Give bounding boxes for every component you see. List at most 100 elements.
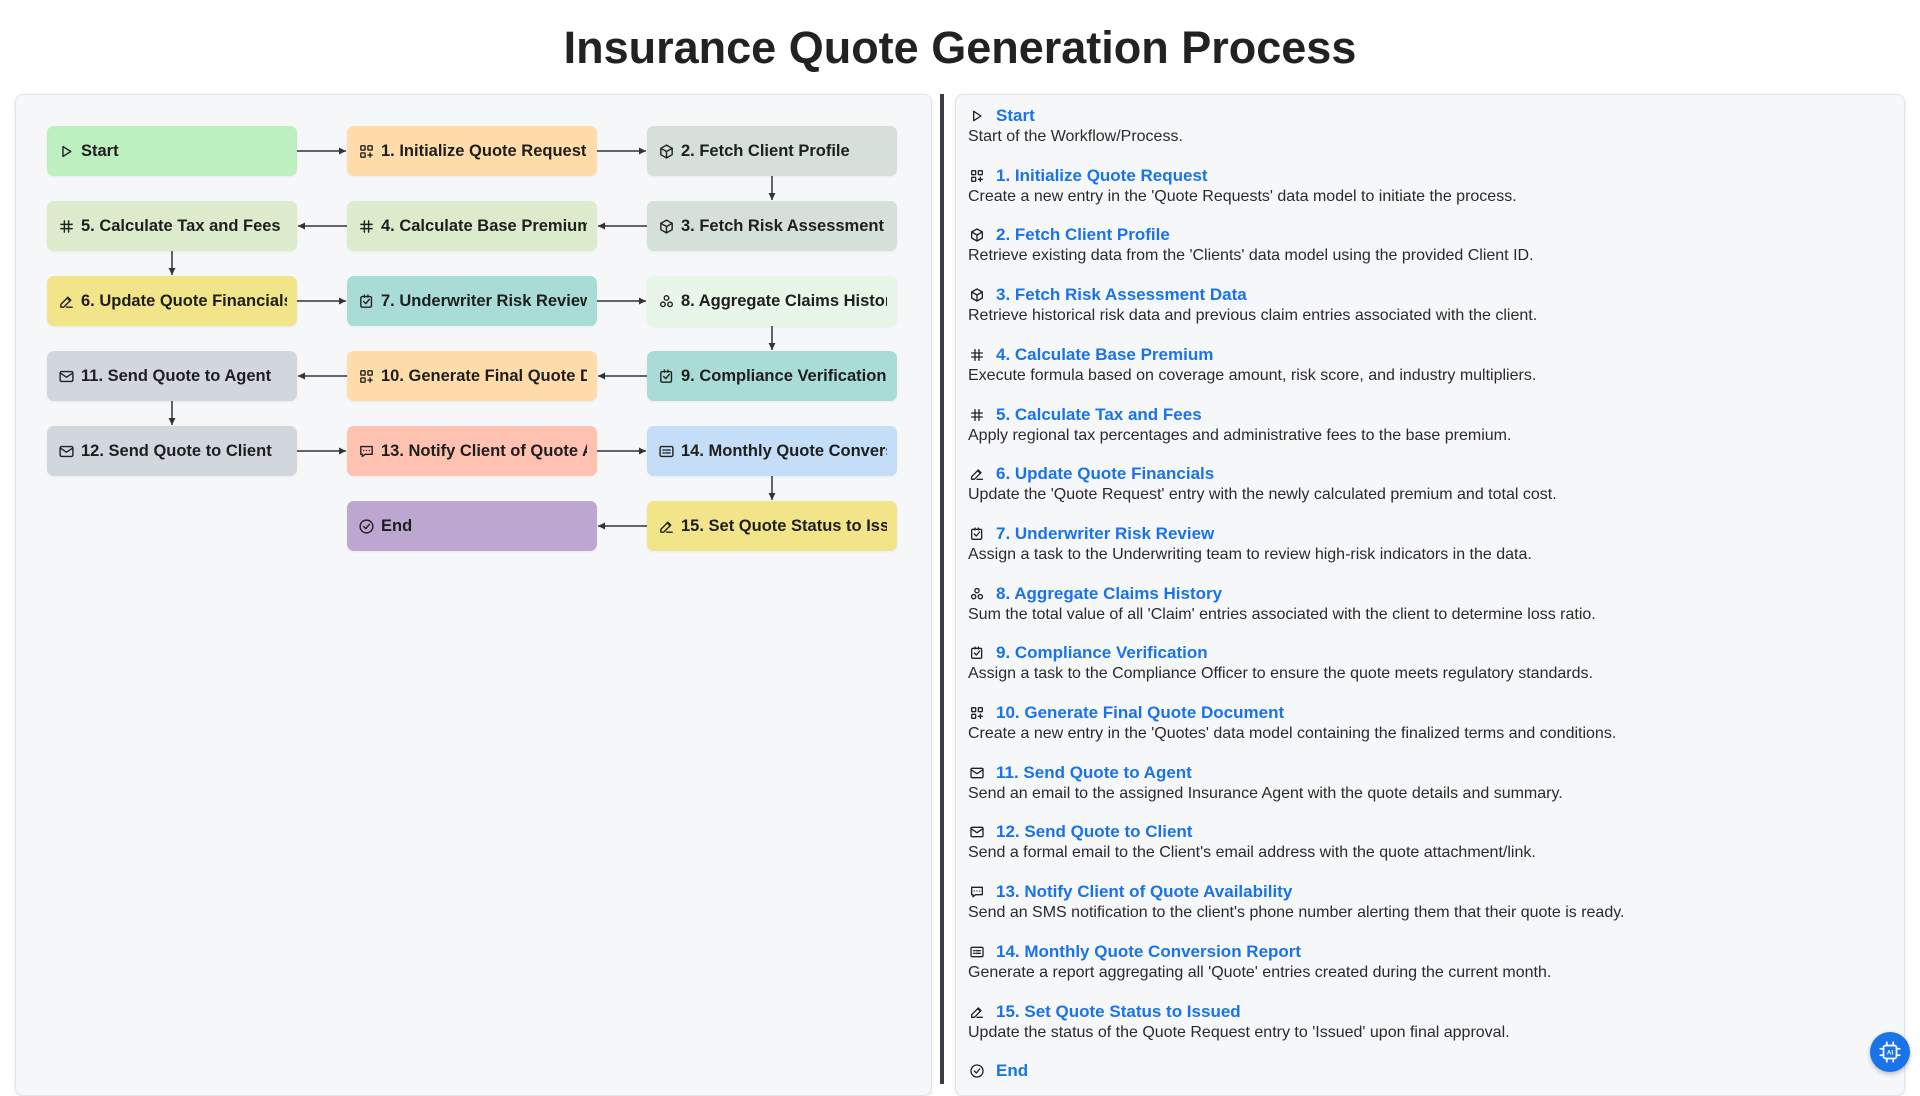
step-title-link[interactable]: 5. Calculate Tax and Fees	[996, 405, 1202, 425]
node-start[interactable]: Start	[47, 126, 297, 176]
step-title-link[interactable]: 13. Notify Client of Quote Availability	[996, 882, 1292, 902]
step-item: 1. Initialize Quote Request Create a new …	[968, 165, 1888, 206]
step-description: Sum the total value of all 'Claim' entri…	[968, 605, 1596, 623]
edit-icon	[968, 465, 986, 483]
node-s8[interactable]: 8. Aggregate Claims History	[647, 276, 897, 326]
node-label: 11. Send Quote to Agent	[81, 366, 272, 385]
checkbox-icon	[657, 367, 675, 385]
hash-icon	[357, 217, 375, 235]
node-s7[interactable]: 7. Underwriter Risk Review	[347, 276, 597, 326]
node-s10[interactable]: 10. Generate Final Quote Document	[347, 351, 597, 401]
grid-plus-icon	[357, 142, 375, 160]
node-label: 8. Aggregate Claims History	[681, 291, 887, 310]
node-label: 5. Calculate Tax and Fees	[81, 216, 281, 235]
node-s3[interactable]: 3. Fetch Risk Assessment Data	[647, 201, 897, 251]
node-label: 6. Update Quote Financials	[81, 291, 287, 310]
step-description: Send an email to the assigned Insurance …	[968, 784, 1563, 802]
step-item: 15. Set Quote Status to Issued Update the…	[968, 1001, 1888, 1042]
step-item: 10. Generate Final Quote Document Create …	[968, 702, 1888, 743]
node-end[interactable]: End	[347, 501, 597, 551]
step-description: Update the status of the Quote Request e…	[968, 1023, 1510, 1041]
step-title-link[interactable]: 2. Fetch Client Profile	[996, 225, 1170, 245]
ai-chip-icon: AI	[1877, 1039, 1903, 1065]
ai-assistant-button[interactable]: AI	[1870, 1032, 1910, 1072]
mail-icon	[57, 442, 75, 460]
step-item: 4. Calculate Base Premium Execute formula…	[968, 344, 1888, 385]
cube-icon	[968, 226, 986, 244]
step-title-link[interactable]: 12. Send Quote to Client	[996, 822, 1192, 842]
node-s11[interactable]: 11. Send Quote to Agent	[47, 351, 297, 401]
hash-icon	[968, 406, 986, 424]
step-title-link[interactable]: 4. Calculate Base Premium	[996, 345, 1213, 365]
node-label: 1. Initialize Quote Request	[381, 141, 587, 160]
node-label: 15. Set Quote Status to Issued	[681, 516, 887, 535]
cluster-icon	[968, 585, 986, 603]
step-description: Send a formal email to the Client's emai…	[968, 844, 1536, 862]
sms-icon	[968, 883, 986, 901]
hash-icon	[968, 346, 986, 364]
check-circle-icon	[968, 1062, 986, 1080]
page-title: Insurance Quote Generation Process	[563, 22, 1357, 73]
step-item: 9. Compliance Verification Assign a task …	[968, 642, 1888, 683]
step-title-link[interactable]: 15. Set Quote Status to Issued	[996, 1002, 1241, 1022]
node-s13[interactable]: 13. Notify Client of Quote Availability	[347, 426, 597, 476]
checkbox-icon	[968, 644, 986, 662]
edit-icon	[657, 517, 675, 535]
mail-icon	[57, 367, 75, 385]
step-item: 7. Underwriter Risk Review Assign a task …	[968, 523, 1888, 564]
cube-icon	[657, 217, 675, 235]
step-description: Apply regional tax percentages and admin…	[968, 426, 1512, 444]
step-item: 13. Notify Client of Quote Availability S…	[968, 881, 1888, 922]
step-description: Assign a task to the Compliance Officer …	[968, 665, 1593, 683]
node-s14[interactable]: 14. Monthly Quote Conversion Report	[647, 426, 897, 476]
step-title-link[interactable]: 9. Compliance Verification	[996, 643, 1208, 663]
node-s6[interactable]: 6. Update Quote Financials	[47, 276, 297, 326]
node-s4[interactable]: 4. Calculate Base Premium	[347, 201, 597, 251]
check-circle-icon	[357, 517, 375, 535]
node-label: 9. Compliance Verification	[681, 366, 887, 385]
steps-list-panel: Start Start of the Workflow/Process. 1. In…	[955, 94, 1905, 1096]
grid-plus-icon	[968, 704, 986, 722]
grid-plus-icon	[357, 367, 375, 385]
step-item: 8. Aggregate Claims History Sum the total…	[968, 583, 1888, 624]
node-s2[interactable]: 2. Fetch Client Profile	[647, 126, 897, 176]
node-s1[interactable]: 1. Initialize Quote Request	[347, 126, 597, 176]
step-title-link[interactable]: 6. Update Quote Financials	[996, 464, 1214, 484]
step-title-link[interactable]: 14. Monthly Quote Conversion Report	[996, 942, 1301, 962]
node-s15[interactable]: 15. Set Quote Status to Issued	[647, 501, 897, 551]
checkbox-icon	[357, 292, 375, 310]
node-label: End	[381, 516, 413, 535]
mail-icon	[968, 823, 986, 841]
step-item: 12. Send Quote to Client Send a formal em…	[968, 821, 1888, 862]
node-s5[interactable]: 5. Calculate Tax and Fees	[47, 201, 297, 251]
node-s9[interactable]: 9. Compliance Verification	[647, 351, 897, 401]
report-icon	[968, 943, 986, 961]
step-item: 2. Fetch Client Profile Retrieve existing…	[968, 224, 1888, 265]
step-title-link[interactable]: 8. Aggregate Claims History	[996, 584, 1222, 604]
node-s12[interactable]: 12. Send Quote to Client	[47, 426, 297, 476]
play-icon	[57, 142, 75, 160]
step-description: Generate a report aggregating all 'Quote…	[968, 963, 1552, 981]
step-title-link[interactable]: 1. Initialize Quote Request	[996, 166, 1208, 186]
panel-divider[interactable]	[940, 94, 944, 1084]
step-item: 3. Fetch Risk Assessment Data Retrieve hi…	[968, 284, 1888, 325]
node-label: 10. Generate Final Quote Document	[381, 366, 587, 385]
step-title-link[interactable]: Start	[996, 106, 1035, 126]
checkbox-icon	[968, 525, 986, 543]
edit-icon	[968, 1003, 986, 1021]
step-title-link[interactable]: End	[996, 1061, 1028, 1081]
node-label: 2. Fetch Client Profile	[681, 141, 850, 160]
svg-text:AI: AI	[1887, 1049, 1894, 1056]
step-title-link[interactable]: 11. Send Quote to Agent	[996, 763, 1192, 783]
step-title-link[interactable]: 3. Fetch Risk Assessment Data	[996, 285, 1247, 305]
grid-plus-icon	[968, 167, 986, 185]
step-description: Start of the Workflow/Process.	[968, 128, 1183, 145]
step-item: Start Start of the Workflow/Process.	[968, 105, 1888, 146]
step-title-link[interactable]: 7. Underwriter Risk Review	[996, 524, 1214, 544]
step-description: Assign a task to the Underwriting team t…	[968, 545, 1532, 563]
step-description: Create a new entry in the 'Quotes' data …	[968, 725, 1617, 742]
step-description: Retrieve historical risk data and previo…	[968, 307, 1538, 325]
step-title-link[interactable]: 10. Generate Final Quote Document	[996, 703, 1284, 723]
step-item: 14. Monthly Quote Conversion Report Gener…	[968, 941, 1888, 982]
edit-icon	[57, 292, 75, 310]
